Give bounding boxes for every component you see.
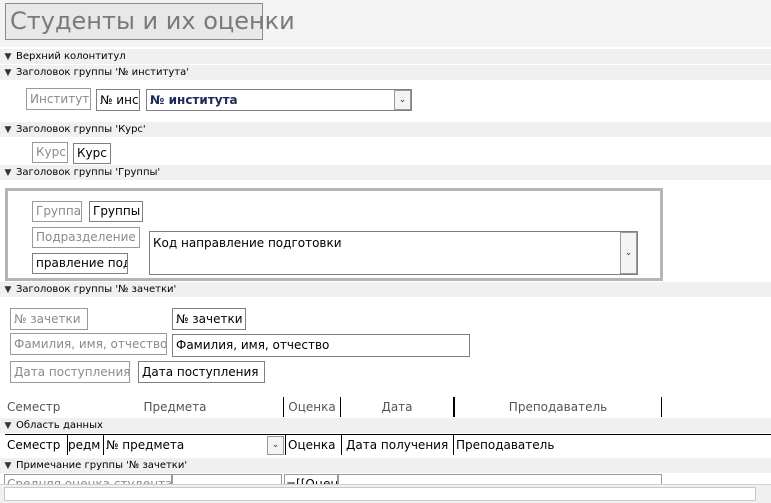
- scrollbar-track[interactable]: [4, 487, 756, 501]
- detail-semester[interactable]: Семестр: [5, 435, 67, 455]
- band-arrow-icon: ▼: [4, 461, 12, 471]
- average-grade-label[interactable]: Средняя оценка студента: [4, 474, 172, 484]
- band-arrow-icon: ▼: [4, 125, 12, 135]
- band-arrow-icon: ▼: [4, 285, 12, 295]
- gradebook-number-label[interactable]: № зачетки: [10, 308, 88, 330]
- direction-code-field[interactable]: Код направление подготовки: [149, 231, 638, 275]
- detail-teacher[interactable]: Преподаватель: [453, 435, 663, 455]
- band-arrow-icon: ▼: [4, 52, 12, 62]
- band-page-header[interactable]: ▼ Верхний колонтитул: [0, 49, 771, 64]
- col-header-grade[interactable]: Оценка: [283, 397, 340, 417]
- group-label[interactable]: Группа: [32, 201, 82, 222]
- institute-label[interactable]: Институт: [26, 88, 91, 110]
- group-field[interactable]: Группы: [89, 201, 143, 222]
- division-label[interactable]: Подразделение: [32, 227, 140, 248]
- col-header-semester[interactable]: Семестр: [5, 397, 67, 417]
- course-section: [0, 138, 771, 165]
- col-header-teacher[interactable]: Преподаватель: [453, 397, 662, 417]
- full-name-label[interactable]: Фамилия, имя, отчество: [10, 333, 167, 355]
- course-label[interactable]: Курс: [32, 142, 68, 163]
- detail-subject-small[interactable]: редм: [67, 435, 103, 455]
- footer-row-clip: Средняя оценка студента =[[Оцен: [0, 474, 771, 484]
- col-header-subject[interactable]: Предмета: [67, 397, 283, 417]
- average-grade-extra[interactable]: [338, 474, 662, 484]
- detail-date[interactable]: Дата получения: [341, 435, 453, 455]
- band-gradebook-footer[interactable]: ▼ Примечание группы '№ зачетки': [0, 458, 771, 473]
- band-arrow-icon: ▼: [4, 68, 12, 78]
- band-arrow-icon: ▼: [4, 168, 12, 178]
- gradebook-number-field[interactable]: № зачетки: [172, 308, 246, 330]
- band-group-header[interactable]: ▼ Заголовок группы 'Группы': [0, 165, 771, 180]
- course-field[interactable]: Курс: [73, 143, 111, 164]
- institute-number-combo[interactable]: № института: [146, 89, 412, 111]
- direction-label-field[interactable]: правление под: [32, 253, 128, 274]
- average-grade-field[interactable]: [172, 474, 282, 484]
- average-grade-expression[interactable]: =[[Оцен: [284, 474, 338, 484]
- column-header-row: Семестр Предмета Оценка Дата Преподавате…: [5, 397, 662, 417]
- band-course-header[interactable]: ▼ Заголовок группы 'Курс': [0, 122, 771, 137]
- band-institute-header[interactable]: ▼ Заголовок группы '№ института': [0, 65, 771, 80]
- full-name-field[interactable]: Фамилия, имя, отчество: [172, 334, 470, 357]
- admission-date-label[interactable]: Дата поступления: [10, 361, 130, 383]
- chevron-down-icon[interactable]: ⌄: [394, 90, 411, 110]
- band-gradebook-header[interactable]: ▼ Заголовок группы '№ зачетки': [0, 282, 771, 297]
- admission-date-field[interactable]: Дата поступления: [138, 361, 265, 383]
- col-header-date[interactable]: Дата: [340, 397, 453, 417]
- detail-grade[interactable]: Оценка: [285, 435, 340, 455]
- horizontal-scrollbar[interactable]: [0, 484, 771, 503]
- detail-row: Семестр редм № предмета ⌄ Оценка Дата по…: [5, 434, 771, 456]
- chevron-down-icon[interactable]: ⌄: [267, 436, 284, 455]
- detail-subject-combo[interactable]: № предмета: [103, 435, 285, 455]
- band-detail[interactable]: ▼ Область данных: [0, 418, 771, 433]
- report-title[interactable]: Студенты и их оценки: [5, 3, 295, 40]
- institute-number-field[interactable]: № инс: [96, 89, 140, 111]
- chevron-down-icon[interactable]: ⌄: [620, 232, 637, 274]
- band-arrow-icon: ▼: [4, 421, 12, 431]
